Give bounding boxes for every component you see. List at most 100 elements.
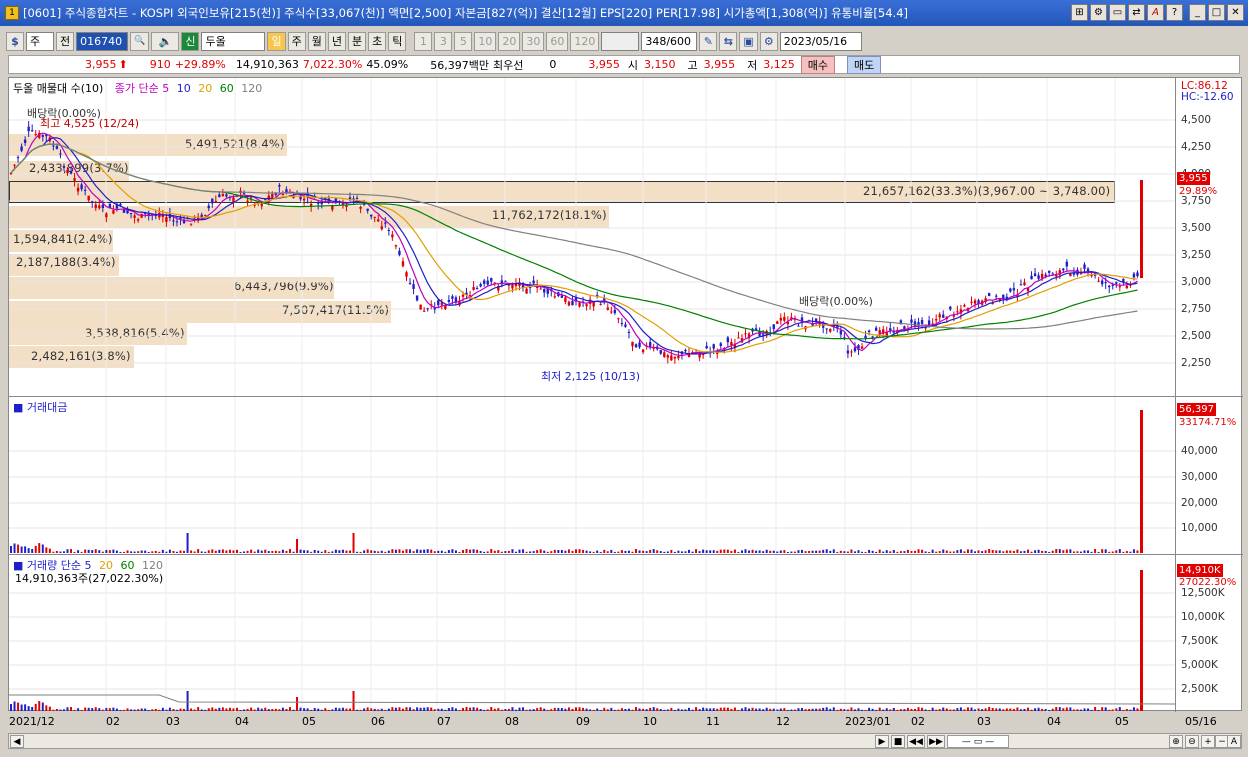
period-year[interactable]: 년 [327,31,346,51]
amount-bar [391,549,394,553]
chart-scrollbar[interactable]: ◀ ▶ ■ ◀◀ ▶▶ — ▭ — ⊕ ⊖ + − A [8,733,1242,749]
amount-bar [444,551,447,553]
amount-bar [87,549,90,553]
volume-bar [38,701,41,711]
save-icon[interactable]: ▣ [739,31,758,51]
add-button[interactable]: + [1201,735,1215,748]
link-icon[interactable]: ⇄ [1128,4,1145,21]
mode-select[interactable]: 주 [26,31,54,51]
amount-bar [232,550,235,553]
interval-5[interactable]: 5 [454,31,473,51]
amount-bar [168,549,171,553]
forward-button[interactable]: ▶▶ [927,735,945,748]
zoom-out-icon[interactable]: ⊖ [1185,735,1199,748]
amount-bar [193,551,196,553]
amount-bar [543,550,546,553]
font-icon[interactable]: A [1147,4,1164,21]
amount-bar [296,539,299,553]
maximize-button[interactable]: □ [1208,4,1225,21]
amount-bar [921,549,924,553]
interval-20[interactable]: 20 [498,31,521,51]
volume-bar [186,691,189,711]
amount-bar [1097,551,1100,553]
interval-120[interactable]: 120 [570,31,600,51]
prev-button[interactable]: 전 [56,31,75,51]
amount-bar [610,549,613,553]
amount-bar [705,550,708,553]
period-second[interactable]: 초 [368,31,387,51]
interval-3[interactable]: 3 [434,31,453,51]
amount-bar [889,551,892,553]
amount-bar [998,550,1001,553]
amount-bar [24,546,27,553]
help-icon[interactable]: ? [1166,4,1183,21]
amount-bar [1009,550,1012,553]
chart-area[interactable]: 5,491,521(8.4%) 2,433,899(3.7%) 21,657,162… [8,77,1243,712]
candle-body [606,307,609,310]
pane-divider[interactable] [9,396,1243,397]
close-button[interactable]: ✕ [1227,4,1244,21]
amount-tick: 10,000 [1181,522,1218,534]
candle-body [719,343,722,346]
minimize-button[interactable]: _ [1189,4,1206,21]
interval-60[interactable]: 60 [546,31,569,51]
settings-icon[interactable]: ⚙ [1090,4,1107,21]
period-week[interactable]: 주 [287,31,306,51]
amount-bar [306,550,309,553]
gear-icon[interactable]: ⚙ [759,31,778,51]
x-axis-label: 10 [643,715,657,728]
stop-button[interactable]: ■ [891,735,905,748]
compare-icon[interactable]: ⇆ [719,31,738,51]
low-note: 최저 2,125 (10/13) [541,370,641,383]
stock-name-field[interactable]: 두올 [201,31,266,51]
amount-bar [702,549,705,553]
buy-button[interactable]: 매수 [800,55,835,74]
stock-code-input[interactable]: 016740 [76,31,129,51]
scroll-left-button[interactable]: ◀ [10,735,24,748]
period-minute[interactable]: 분 [347,31,367,51]
period-month[interactable]: 월 [307,31,326,51]
quote-price: 3,955 [85,58,117,71]
amount-bar [931,549,934,553]
volume-tick: 5,000K [1181,659,1218,671]
candle-body [956,311,959,313]
interval-input[interactable] [601,31,640,51]
candle-body [744,333,747,335]
interval-10[interactable]: 10 [474,31,497,51]
draw-icon[interactable]: ✎ [699,31,718,51]
amount-bar [970,549,973,553]
speaker-icon[interactable]: 🔈 [151,31,180,51]
period-day[interactable]: 일 [267,31,286,51]
scroll-right-button[interactable]: ▶ [875,735,889,748]
candle-body [408,283,412,285]
interval-1[interactable]: 1 [414,31,433,51]
amount-bar [27,548,30,553]
search-icon[interactable]: 🔍 [130,31,150,51]
quote-ask: 3,955 [588,58,620,71]
candle-body [23,139,27,143]
amount-bar [144,550,147,553]
period-tick[interactable]: 틱 [388,31,407,51]
auto-button[interactable]: A [1227,735,1241,748]
count-input[interactable]: 348/600 [641,31,698,51]
pane-divider[interactable] [9,554,1243,555]
amount-bar [253,551,256,553]
candle-body [165,217,168,222]
rewind-button[interactable]: ◀◀ [907,735,925,748]
sell-button[interactable]: 매도 [847,55,882,74]
candle-body [101,204,105,209]
date-input[interactable]: 2023/05/16 [779,31,862,51]
zoom-in-icon[interactable]: ⊕ [1169,735,1183,748]
candle-body [1033,273,1037,277]
amount-bar [387,550,390,553]
layout-icon[interactable]: ⊞ [1071,4,1088,21]
amount-bar [472,549,475,553]
chart-menu-icon[interactable]: $ [6,31,24,51]
zoom-slider[interactable]: — ▭ — [947,735,1009,748]
candle-body [1136,272,1139,277]
amount-bar [426,549,429,553]
amount-bar [225,550,228,553]
interval-30[interactable]: 30 [522,31,545,51]
candle-body [129,213,133,215]
window-icon[interactable]: ▭ [1109,4,1126,21]
